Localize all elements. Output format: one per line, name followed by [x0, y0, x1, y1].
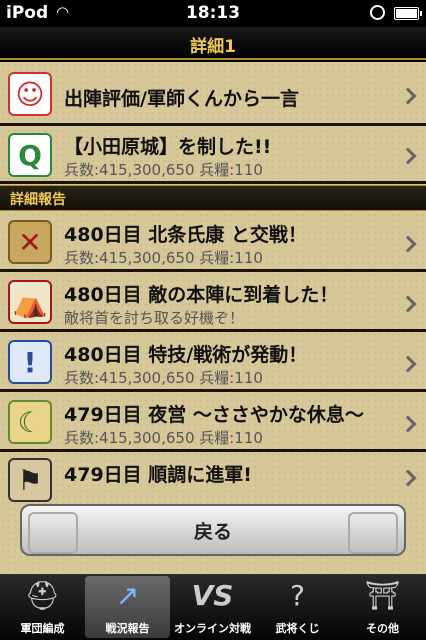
item-title: 出陣評価/軍師くんから一言: [64, 88, 299, 110]
temple-icon: ⛩: [364, 579, 401, 612]
item-title: 【小田原城】を制した!!: [64, 136, 272, 158]
vs-icon: VS: [191, 579, 234, 612]
chevron-right-icon: [399, 469, 417, 487]
alarm-icon: [370, 5, 385, 20]
item-subtitle: 兵数:415,300,650 兵糧:110: [64, 429, 263, 447]
page-title: 詳細1: [190, 37, 236, 57]
list-item-report[interactable]: ⛺ 480日目 敵の本陣に到着した！ 敵将首を討ち取る好機ぞ！: [0, 272, 426, 332]
tab-other[interactable]: ⛩ その他: [340, 576, 425, 638]
tab-label: オンライン対戦: [174, 622, 251, 635]
question-icon: ?: [290, 579, 305, 612]
spear-icon: ↗: [115, 579, 140, 612]
list-item-report[interactable]: ☾ 479日目 夜営 〜ささやかな休息〜 兵数:415,300,650 兵糧:1…: [0, 392, 426, 452]
general-face-icon: ☺: [8, 72, 52, 116]
chevron-right-icon: [399, 87, 417, 105]
list-item-evaluation[interactable]: ☺ 出陣評価/軍師くんから一言: [0, 62, 426, 126]
item-title: 480日目 北条氏康 と交戦！: [64, 224, 307, 246]
tab-army[interactable]: ⛑ 軍団編成: [0, 576, 85, 638]
q-emblem-icon: Q: [8, 133, 52, 177]
exclamation-icon: !: [8, 340, 52, 384]
march-icon: ⚑: [8, 458, 52, 502]
item-title: 479日目 順調に進軍!: [64, 464, 252, 486]
status-bar: iPod ◠ 18:13: [0, 0, 426, 27]
list-item-castle[interactable]: Q 【小田原城】を制した!! 兵数:415,300,650 兵糧:110: [0, 126, 426, 184]
crossed-swords-icon: ✕: [8, 220, 52, 264]
section-header: 詳細報告: [0, 185, 426, 211]
battery-icon: [394, 7, 422, 20]
tab-lottery[interactable]: ? 武将くじ: [255, 576, 340, 638]
list-item-report[interactable]: ! 480日目 特技/戦術が発動！ 兵数:415,300,650 兵糧:110: [0, 332, 426, 392]
clock-time: 18:13: [185, 3, 241, 23]
chevron-right-icon: [399, 295, 417, 313]
chevron-right-icon: [399, 235, 417, 253]
list-item-report[interactable]: ⚑ 479日目 順調に進軍!: [0, 452, 426, 502]
chevron-right-icon: [399, 355, 417, 373]
tab-online-battle[interactable]: VS オンライン対戦: [170, 576, 255, 638]
tab-label: 軍団編成: [20, 622, 65, 635]
chevron-right-icon: [399, 147, 417, 165]
back-button[interactable]: 戻る: [20, 504, 406, 556]
list-item-report[interactable]: ✕ 480日目 北条氏康 と交戦！ 兵数:415,300,650 兵糧:110: [0, 212, 426, 272]
item-title: 479日目 夜営 〜ささやかな休息〜: [64, 404, 364, 426]
item-subtitle: 敵将首を討ち取る好機ぞ！: [64, 309, 245, 327]
tab-bar: ⛑ 軍団編成 ↗ 戦況報告 VS オンライン対戦 ? 武将くじ ⛩ その他: [0, 574, 426, 640]
section-label: 詳細報告: [10, 192, 66, 208]
item-subtitle: 兵数:415,300,650 兵糧:110: [64, 161, 263, 179]
tab-label: 武将くじ: [275, 622, 320, 635]
enemy-camp-icon: ⛺: [8, 280, 52, 324]
item-subtitle: 兵数:415,300,650 兵糧:110: [64, 369, 263, 387]
item-subtitle: 兵数:415,300,650 兵糧:110: [64, 249, 263, 267]
chevron-right-icon: [399, 415, 417, 433]
tab-battle-report[interactable]: ↗ 戦況報告: [85, 576, 170, 638]
tab-label: その他: [366, 622, 399, 635]
nav-bar: 詳細1: [0, 27, 426, 60]
tab-label: 戦況報告: [105, 622, 150, 635]
item-title: 480日目 敵の本陣に到着した！: [64, 284, 339, 306]
item-title: 480日目 特技/戦術が発動！: [64, 344, 308, 366]
helmet-icon: ⛑: [24, 579, 61, 612]
detail-list[interactable]: ☺ 出陣評価/軍師くんから一言 Q 【小田原城】を制した!! 兵数:415,30…: [0, 62, 426, 574]
night-camp-icon: ☾: [8, 400, 52, 444]
